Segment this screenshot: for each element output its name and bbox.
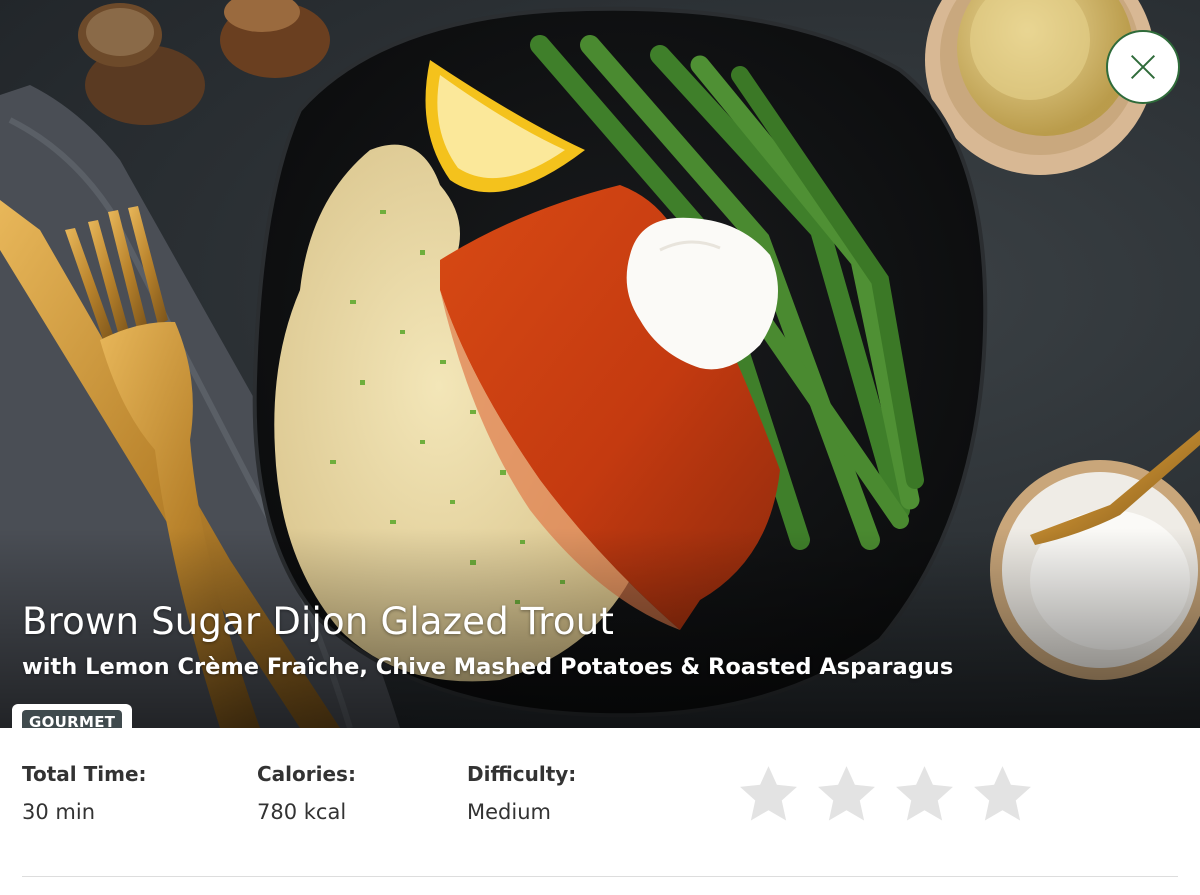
recipe-hero-image: Brown Sugar Dijon Glazed Trout with Lemo… bbox=[0, 0, 1200, 728]
star-icon[interactable] bbox=[814, 762, 879, 827]
stat-label: Calories: bbox=[257, 762, 356, 786]
stat-label: Total Time: bbox=[22, 762, 147, 786]
rating-stars bbox=[736, 762, 1035, 827]
stat-value: 30 min bbox=[22, 800, 95, 824]
star-icon[interactable] bbox=[892, 762, 957, 827]
star-icon[interactable] bbox=[970, 762, 1035, 827]
close-icon bbox=[1129, 53, 1157, 81]
divider bbox=[22, 876, 1178, 877]
star-icon[interactable] bbox=[736, 762, 801, 827]
recipe-info-strip: Total Time: 30 min Calories: 780 kcal Di… bbox=[0, 728, 1200, 895]
recipe-subtitle: with Lemon Crème Fraîche, Chive Mashed P… bbox=[22, 654, 954, 680]
stat-total-time: Total Time: 30 min bbox=[22, 762, 147, 824]
stat-value: 780 kcal bbox=[257, 800, 347, 824]
stat-label: Difficulty: bbox=[467, 762, 577, 786]
stat-difficulty: Difficulty: Medium bbox=[467, 762, 576, 824]
stat-calories: Calories: 780 kcal bbox=[257, 762, 356, 824]
recipe-title: Brown Sugar Dijon Glazed Trout bbox=[22, 600, 615, 643]
close-button[interactable] bbox=[1106, 30, 1180, 104]
stat-value: Medium bbox=[467, 800, 551, 824]
